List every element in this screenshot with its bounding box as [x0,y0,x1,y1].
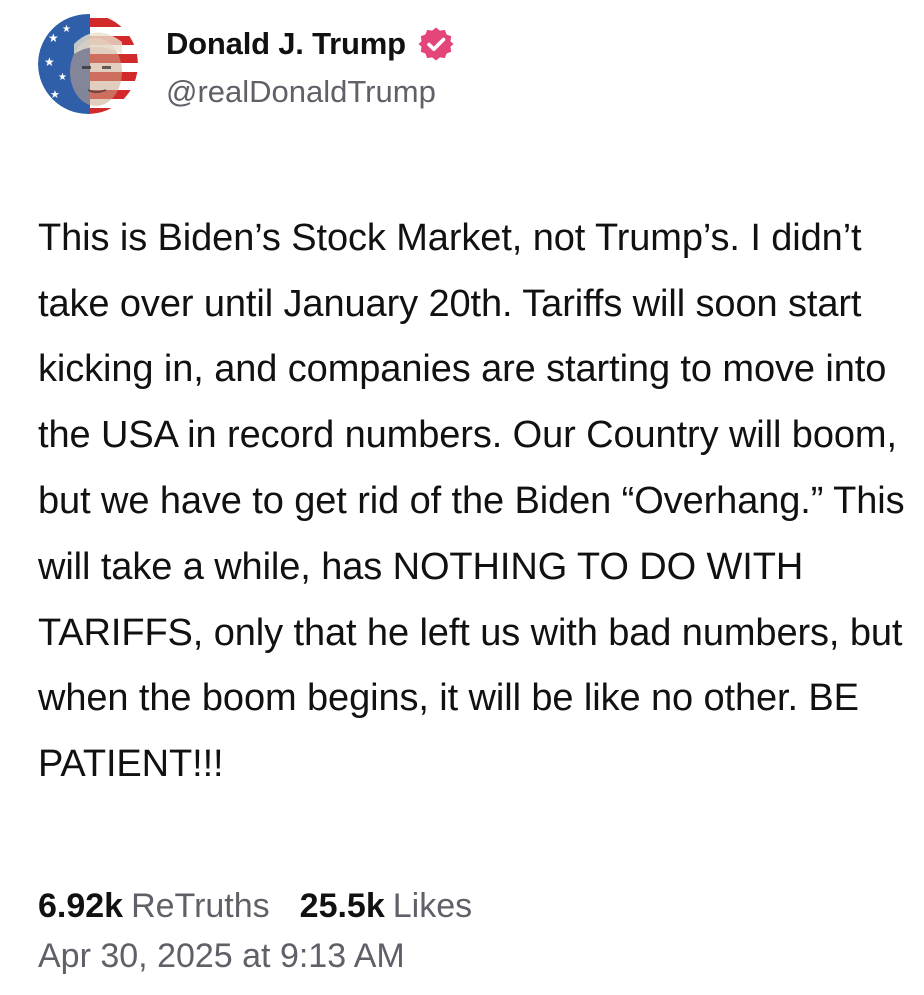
post-timestamp[interactable]: Apr 30, 2025 at 9:13 AM [38,937,405,976]
verified-badge-icon [418,27,454,61]
svg-text:★: ★ [44,55,55,69]
engagement-stats: 6.92k ReTruths 25.5k Likes [38,887,472,926]
likes-count[interactable]: 25.5k [300,887,385,926]
author-name-row: Donald J. Trump [166,22,454,66]
svg-text:★: ★ [62,24,71,35]
avatar-image: ★ ★ ★ ★ ★ [38,14,138,114]
author-display-name[interactable]: Donald J. Trump [166,26,406,62]
likes-label[interactable]: Likes [393,887,472,926]
avatar[interactable]: ★ ★ ★ ★ ★ [38,14,138,114]
svg-text:★: ★ [48,31,59,45]
svg-text:★: ★ [50,88,60,101]
post-text-content: This is Biden’s Stock Market, not Trump’… [38,216,905,786]
author-handle[interactable]: @realDonaldTrump [166,74,436,110]
retruths-label[interactable]: ReTruths [131,887,270,926]
post-card: ★ ★ ★ ★ ★ Donald J. Trump @realDonaldTru… [0,0,924,995]
retruths-count[interactable]: 6.92k [38,887,123,926]
post-text: This is Biden’s Stock Market, not Trump’… [38,140,918,798]
svg-text:★: ★ [58,72,67,83]
